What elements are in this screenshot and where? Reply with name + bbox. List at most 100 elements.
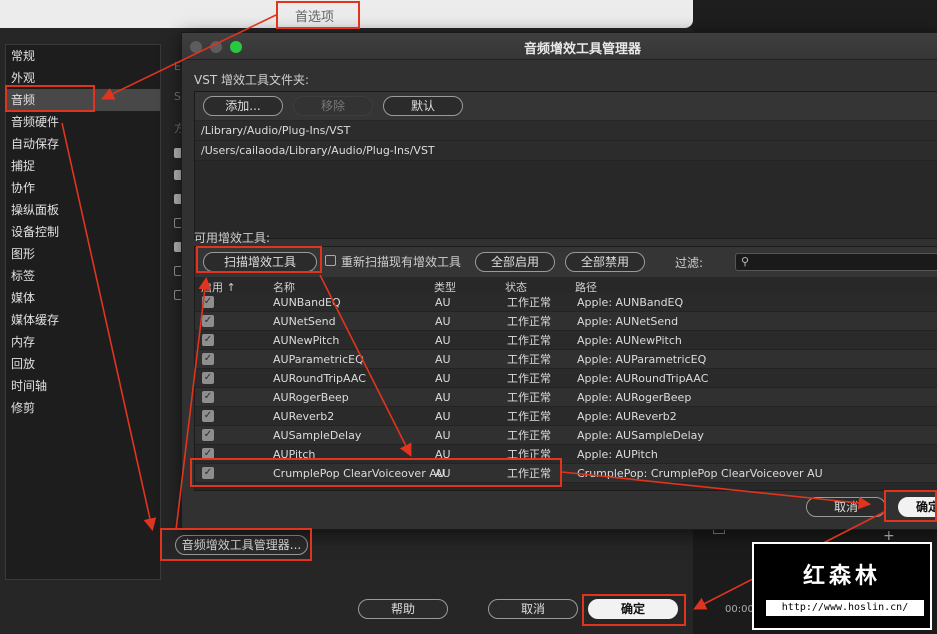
plugin-name: AURoundTripAAC: [273, 372, 366, 385]
sidebar-item-media[interactable]: 媒体: [6, 287, 160, 309]
remove-folder-button[interactable]: 移除: [293, 96, 373, 116]
plugin-path: Apple: AUNewPitch: [577, 334, 682, 347]
close-window-icon[interactable]: [190, 41, 202, 53]
vst-toolbar: 添加... 移除 默认: [195, 92, 937, 120]
annotation-box-manager-button: [160, 528, 312, 561]
plugin-enabled-checkbox[interactable]: ✓: [202, 315, 214, 327]
plugin-status: 工作正常: [507, 296, 551, 309]
audio-plugin-manager-dialog: 音频增效工具管理器 VST 增效工具文件夹: 添加... 移除 默认 /Libr…: [181, 32, 937, 530]
disable-all-button[interactable]: 全部禁用: [565, 252, 645, 272]
plugin-path: Apple: AURoundTripAAC: [577, 372, 709, 385]
annotation-box-scan: [196, 246, 322, 273]
table-row[interactable]: ✓ AUNewPitch AU 工作正常 Apple: AUNewPitch: [195, 331, 937, 350]
maximize-window-icon[interactable]: [230, 41, 242, 53]
plugin-type: AU: [435, 410, 451, 423]
sidebar-item-labels[interactable]: 标签: [6, 265, 160, 287]
sidebar-item-device-control[interactable]: 设备控制: [6, 221, 160, 243]
rescan-existing-checkbox[interactable]: [325, 255, 336, 266]
sidebar-item-playback[interactable]: 回放: [6, 353, 160, 375]
plugin-status: 工作正常: [507, 315, 551, 328]
plugin-type: AU: [435, 372, 451, 385]
sidebar-item-trim[interactable]: 修剪: [6, 397, 160, 419]
sidebar-item-graphics[interactable]: 图形: [6, 243, 160, 265]
plugin-type: AU: [435, 429, 451, 442]
vst-folder-row[interactable]: /Users/cailaoda/Library/Audio/Plug-Ins/V…: [195, 141, 937, 161]
table-row[interactable]: ✓ AURogerBeep AU 工作正常 Apple: AURogerBeep: [195, 388, 937, 407]
plugin-enabled-checkbox[interactable]: ✓: [202, 410, 214, 422]
rescan-existing-label: 重新扫描现有增效工具: [341, 255, 462, 269]
plugin-enabled-checkbox[interactable]: ✓: [202, 429, 214, 441]
table-row[interactable]: ✓ AUNetSend AU 工作正常 Apple: AUNetSend: [195, 312, 937, 331]
plugin-name: AURogerBeep: [273, 391, 349, 404]
sidebar-item-media-cache[interactable]: 媒体缓存: [6, 309, 160, 331]
plugin-path: Apple: AURogerBeep: [577, 391, 692, 404]
plugin-path: Apple: AUReverb2: [577, 410, 677, 423]
help-button[interactable]: 帮助: [358, 599, 448, 619]
plugin-path: Apple: AUSampleDelay: [577, 429, 704, 442]
available-plugins-label: 可用增效工具:: [194, 231, 271, 245]
annotation-box-plugin-row: [190, 458, 562, 487]
dialog-titlebar: 音频增效工具管理器: [182, 33, 937, 60]
table-row[interactable]: ✓ AUReverb2 AU 工作正常 Apple: AUReverb2: [195, 407, 937, 426]
plugin-path: Apple: AUParametricEQ: [577, 353, 707, 366]
prefs-cancel-button[interactable]: 取消: [488, 599, 578, 619]
table-row[interactable]: ✓ AURoundTripAAC AU 工作正常 Apple: AURoundT…: [195, 369, 937, 388]
sidebar-item-memory[interactable]: 内存: [6, 331, 160, 353]
plugin-name: AUParametricEQ: [273, 353, 364, 366]
sidebar-item-audio-hardware[interactable]: 音频硬件: [6, 111, 160, 133]
table-row[interactable]: ✓ AUNBandEQ AU 工作正常 Apple: AUNBandEQ: [195, 293, 937, 312]
vst-folders-panel: 添加... 移除 默认 /Library/Audio/Plug-Ins/VST …: [194, 91, 937, 239]
plugin-status: 工作正常: [507, 372, 551, 385]
dialog-cancel-button[interactable]: 取消: [806, 497, 886, 517]
plugin-type: AU: [435, 353, 451, 366]
plugin-status: 工作正常: [507, 334, 551, 347]
default-folders-button[interactable]: 默认: [383, 96, 463, 116]
plugin-enabled-checkbox[interactable]: ✓: [202, 391, 214, 403]
watermark-brand: 红森林: [802, 564, 881, 589]
prefs-hidden-label: S: [174, 90, 181, 103]
plugin-path: Apple: AUNBandEQ: [577, 296, 684, 309]
plugin-status: 工作正常: [507, 410, 551, 423]
sidebar-item-collaboration[interactable]: 协作: [6, 177, 160, 199]
plugin-status: 工作正常: [507, 429, 551, 442]
table-row[interactable]: ✓ AUSampleDelay AU 工作正常 Apple: AUSampleD…: [195, 426, 937, 445]
filter-input[interactable]: ⚲: [735, 253, 937, 271]
plugin-status: 工作正常: [507, 353, 551, 366]
sidebar-item-capture[interactable]: 捕捉: [6, 155, 160, 177]
sidebar-item-general[interactable]: 常规: [6, 45, 160, 67]
plugin-type: AU: [435, 296, 451, 309]
sidebar-item-auto-save[interactable]: 自动保存: [6, 133, 160, 155]
annotation-box-prefs-title: [276, 1, 360, 29]
plugin-type: AU: [435, 334, 451, 347]
annotation-box-dialog-ok: [884, 490, 937, 522]
plugin-type: AU: [435, 391, 451, 404]
plugin-name: AUNewPitch: [273, 334, 340, 347]
sidebar-item-timeline[interactable]: 时间轴: [6, 375, 160, 397]
prefs-sidebar: 常规 外观 音频 音频硬件 自动保存 捕捉 协作 操纵面板 设备控制 图形 标签…: [5, 44, 161, 580]
plugin-enabled-checkbox[interactable]: ✓: [202, 353, 214, 365]
enable-all-button[interactable]: 全部启用: [475, 252, 555, 272]
minimize-window-icon[interactable]: [210, 41, 222, 53]
filter-label: 过滤:: [675, 256, 704, 270]
annotation-box-prefs-ok: [582, 594, 686, 626]
plugin-enabled-checkbox[interactable]: ✓: [202, 296, 214, 308]
plugin-path: Apple: AUNetSend: [577, 315, 679, 328]
search-icon: ⚲: [741, 255, 750, 268]
plugin-name: AUNetSend: [273, 315, 336, 328]
plugin-path: Apple: AUPitch: [577, 448, 658, 461]
prefs-hidden-label: E: [174, 60, 181, 73]
plugin-status: 工作正常: [507, 391, 551, 404]
plugin-path: CrumplePop: CrumplePop ClearVoiceover AU: [577, 467, 823, 480]
plugin-name: AUSampleDelay: [273, 429, 362, 442]
vst-folder-row[interactable]: /Library/Audio/Plug-Ins/VST: [195, 121, 937, 141]
plugin-enabled-checkbox[interactable]: ✓: [202, 372, 214, 384]
table-row[interactable]: ✓ AUParametricEQ AU 工作正常 Apple: AUParame…: [195, 350, 937, 369]
add-folder-button[interactable]: 添加...: [203, 96, 283, 116]
plugins-panel: 扫描增效工具 重新扫描现有增效工具 全部启用 全部禁用 过滤: ⚲ 启用 ↑ 名…: [194, 246, 937, 491]
plugin-name: AUNBandEQ: [273, 296, 341, 309]
annotation-box-audio: [5, 85, 95, 112]
plugin-enabled-checkbox[interactable]: ✓: [202, 334, 214, 346]
plugin-name: AUReverb2: [273, 410, 335, 423]
vst-folders-label: VST 增效工具文件夹:: [194, 73, 310, 87]
sidebar-item-control-surface[interactable]: 操纵面板: [6, 199, 160, 221]
